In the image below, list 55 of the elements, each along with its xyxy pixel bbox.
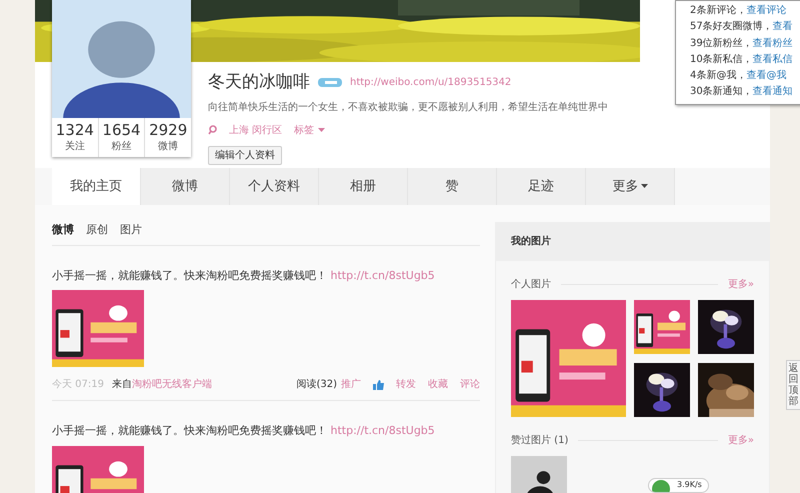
more-link[interactable]: 更多»	[728, 277, 754, 292]
profile-tab[interactable]: 足迹	[497, 168, 586, 205]
stat-label[interactable]: 关注	[52, 139, 98, 154]
profile-tab[interactable]: 相册	[319, 168, 408, 205]
profile-tab[interactable]: 我的主页	[52, 168, 141, 205]
profile-link[interactable]: http://weibo.com/u/1893515342	[350, 75, 512, 90]
profile-tab[interactable]: 更多	[586, 168, 675, 205]
user-name: 冬天的冰咖啡	[208, 71, 310, 94]
tags-link[interactable]: 标签	[294, 122, 326, 138]
notification-text: 4条新@我，查看@我	[690, 68, 788, 84]
post-text: 小手摇一摇，就能赚钱了。快来淘粉吧免费摇奖赚钱吧！ http://t.cn/8stUgb5	[52, 268, 436, 284]
notification-link[interactable]: 查看@我	[746, 70, 786, 82]
edit-profile-button[interactable]: 编辑个人资料	[208, 146, 282, 164]
notification-link[interactable]: 查看私信	[752, 54, 793, 65]
thumbs-up-icon[interactable]	[373, 380, 384, 390]
notification-text: 10条新私信，查看私信	[690, 52, 794, 67]
profile-tab[interactable]: 赞	[408, 168, 497, 205]
notification-link[interactable]: 查看通知	[752, 86, 793, 98]
notification-text: 2条新评论，查看评论	[690, 4, 788, 18]
stat-count[interactable]: 2929	[145, 121, 192, 139]
feed-filter-tab[interactable]: 原创	[86, 222, 108, 238]
notification-link[interactable]: 查看评论	[746, 5, 786, 16]
post-text: 小手摇一摇，就能赚钱了。快来淘粉吧免费摇奖赚钱吧！ http://t.cn/8stUgb5	[52, 423, 436, 439]
back-to-top-button[interactable]: 返回顶部	[786, 360, 800, 410]
notification-text: 57条好友圈微博，查看	[690, 20, 794, 34]
user-bio: 向往简单快乐生活的一个女生，不喜欢被欺骗，更不愿被别人利用，希望生活在单纯世界中	[208, 100, 609, 114]
read-count: 阅读(32)	[296, 378, 337, 392]
more-link[interactable]: 更多»	[728, 433, 754, 448]
section-title: 赞过图片 (1)	[511, 434, 568, 448]
profile-tab[interactable]: 个人资料	[230, 168, 319, 205]
feed-filter-tab[interactable]: 图片	[120, 222, 142, 238]
notification-text: 39位新粉丝，查看粉丝	[690, 36, 794, 51]
notification-link[interactable]: 查看	[772, 21, 793, 32]
location-link[interactable]: 上海 闵行区	[229, 122, 282, 138]
post-link[interactable]: http://t.cn/8stUgb5	[330, 424, 435, 437]
source-link[interactable]: 淘粉吧无线客户端	[132, 377, 212, 392]
stat-label[interactable]: 微博	[145, 139, 192, 154]
post-link[interactable]: http://t.cn/8stUgb5	[330, 268, 435, 282]
panel-title: 我的图片	[496, 223, 769, 261]
stat-count[interactable]: 1324	[52, 121, 98, 139]
feed-filter-tab[interactable]: 微博	[52, 222, 74, 238]
promote-link[interactable]: 推广	[341, 377, 361, 392]
caret-icon[interactable]	[640, 184, 648, 188]
level-badge-icon	[318, 78, 342, 88]
notification-link[interactable]: 查看粉丝	[752, 38, 793, 49]
post-action-link[interactable]: 评论	[460, 377, 480, 392]
notification-text: 30条新通知，查看通知	[690, 84, 794, 100]
post-action-link[interactable]: 转发	[396, 377, 416, 392]
speed-reading: 3.9K/s	[677, 479, 702, 491]
profile-tab[interactable]: 微博	[141, 168, 230, 205]
stat-count[interactable]: 1654	[98, 121, 144, 139]
post-action-link[interactable]: 收藏	[428, 377, 448, 392]
stat-label[interactable]: 粉丝	[98, 139, 144, 154]
source-label: 来自	[112, 378, 132, 392]
section-title: 个人图片	[511, 278, 551, 292]
